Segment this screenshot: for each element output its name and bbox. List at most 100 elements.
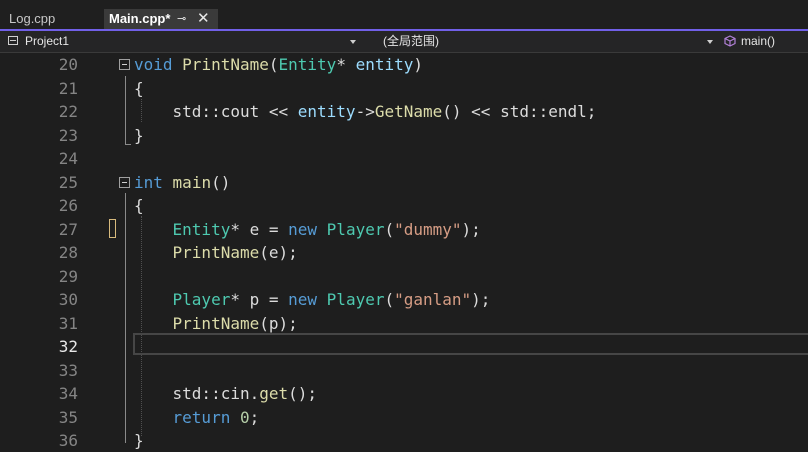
code-token: main	[172, 173, 212, 192]
line-number: 30	[58, 290, 78, 309]
code-token: entity	[297, 102, 356, 121]
code-text: {	[134, 194, 144, 217]
line-number: 23	[58, 126, 78, 145]
line-number: 28	[58, 243, 78, 262]
code-token: Entity	[278, 55, 337, 74]
cube-icon	[724, 35, 736, 47]
code-token: PrintName	[182, 55, 269, 74]
fold-guide-end	[125, 144, 131, 145]
code-token: );	[461, 220, 481, 239]
code-token: "dummy"	[394, 220, 462, 239]
code-token: );	[471, 290, 491, 309]
code-token: ->	[355, 102, 375, 121]
line-number: 24	[58, 149, 78, 168]
code-line[interactable]: 27 Entity* e = new Player("dummy");	[0, 218, 808, 241]
line-number: 20	[58, 55, 78, 74]
code-line[interactable]: 23}	[0, 124, 808, 147]
chevron-down-icon	[350, 40, 356, 44]
code-line[interactable]: 26 {	[0, 194, 808, 217]
code-token: )	[413, 55, 424, 74]
code-text: }	[134, 429, 144, 452]
code-token: Player	[172, 290, 231, 309]
change-marker	[109, 219, 116, 238]
code-token: return	[172, 408, 231, 427]
code-text: std::cout << entity->GetName() << std::e…	[134, 100, 597, 123]
code-token: new	[288, 290, 318, 309]
code-token: {	[134, 79, 144, 98]
line-number: 27	[58, 220, 78, 239]
code-line[interactable]: 29	[0, 265, 808, 288]
code-editor[interactable]: 20 void PrintName(Entity* entity) 21 {22 st…	[0, 53, 808, 450]
code-line[interactable]: 25 int main()	[0, 171, 808, 194]
project-dropdown[interactable]: Project1	[6, 31, 360, 52]
code-line[interactable]: 20 void PrintName(Entity* entity)	[0, 53, 808, 76]
code-token: Player	[326, 220, 385, 239]
code-token: (	[268, 55, 279, 74]
code-token: (p);	[259, 314, 298, 333]
current-line-highlight	[133, 333, 808, 355]
line-number: 26	[58, 196, 78, 215]
code-token: (e);	[259, 243, 298, 262]
code-line[interactable]: 36}	[0, 429, 808, 452]
tab-log-cpp[interactable]: Log.cpp	[0, 9, 103, 29]
code-token: 0	[239, 408, 250, 427]
line-number: 34	[58, 384, 78, 403]
tab-label: Log.cpp	[9, 11, 56, 26]
close-icon[interactable]: ✕	[197, 9, 210, 29]
code-line[interactable]: 24	[0, 147, 808, 170]
code-line[interactable]: 28 PrintName(e);	[0, 241, 808, 264]
pin-icon[interactable]: ⊸	[177, 9, 186, 29]
code-text: Entity* e = new Player("dummy");	[134, 218, 481, 241]
code-token: {	[134, 196, 144, 215]
line-number: 33	[58, 361, 78, 380]
indent-guide	[141, 99, 142, 122]
code-token: }	[134, 126, 144, 145]
code-line[interactable]: 22 std::cout << entity->GetName() << std…	[0, 100, 808, 123]
code-line[interactable]: 31 PrintName(p);	[0, 312, 808, 335]
project-name: Project1	[25, 34, 70, 48]
code-token: ();	[288, 384, 318, 403]
chevron-down-icon	[707, 40, 713, 44]
fold-guide	[125, 76, 126, 144]
code-token: }	[134, 431, 144, 450]
line-number: 36	[58, 431, 78, 450]
function-name: main()	[741, 34, 776, 48]
line-number: 22	[58, 102, 78, 121]
navigation-bar: Project1 (全局范围) main()	[0, 31, 808, 53]
line-number: 35	[58, 408, 78, 427]
code-line[interactable]: 33	[0, 359, 808, 382]
code-line[interactable]: 35 return 0;	[0, 406, 808, 429]
tab-main-cpp[interactable]: Main.cpp* ⊸ ✕	[104, 9, 218, 29]
scope-dropdown[interactable]: (全局范围)	[377, 31, 717, 52]
code-token: get	[259, 384, 289, 403]
line-number: 32	[58, 337, 78, 356]
project-icon	[8, 36, 18, 45]
line-number: 25	[58, 173, 78, 192]
code-text: PrintName(e);	[134, 241, 298, 264]
function-dropdown[interactable]: main()	[722, 31, 808, 52]
line-number: 21	[58, 79, 78, 98]
code-line[interactable]: 30 Player* p = new Player("ganlan");	[0, 288, 808, 311]
code-token: "ganlan"	[394, 290, 472, 309]
code-token: std::cin.	[134, 384, 260, 403]
fold-guide	[125, 193, 126, 443]
code-line[interactable]: 34 std::cin.get();	[0, 382, 808, 405]
collapse-icon[interactable]	[119, 177, 130, 188]
line-number: 31	[58, 314, 78, 333]
code-token: PrintName	[172, 314, 260, 333]
code-line[interactable]: 21 {	[0, 77, 808, 100]
collapse-icon[interactable]	[119, 59, 130, 70]
code-token: * e =	[230, 220, 289, 239]
code-text: std::cin.get();	[134, 382, 318, 405]
code-text: return 0;	[134, 406, 260, 429]
code-token: Player	[326, 290, 385, 309]
code-token: GetName	[374, 102, 443, 121]
